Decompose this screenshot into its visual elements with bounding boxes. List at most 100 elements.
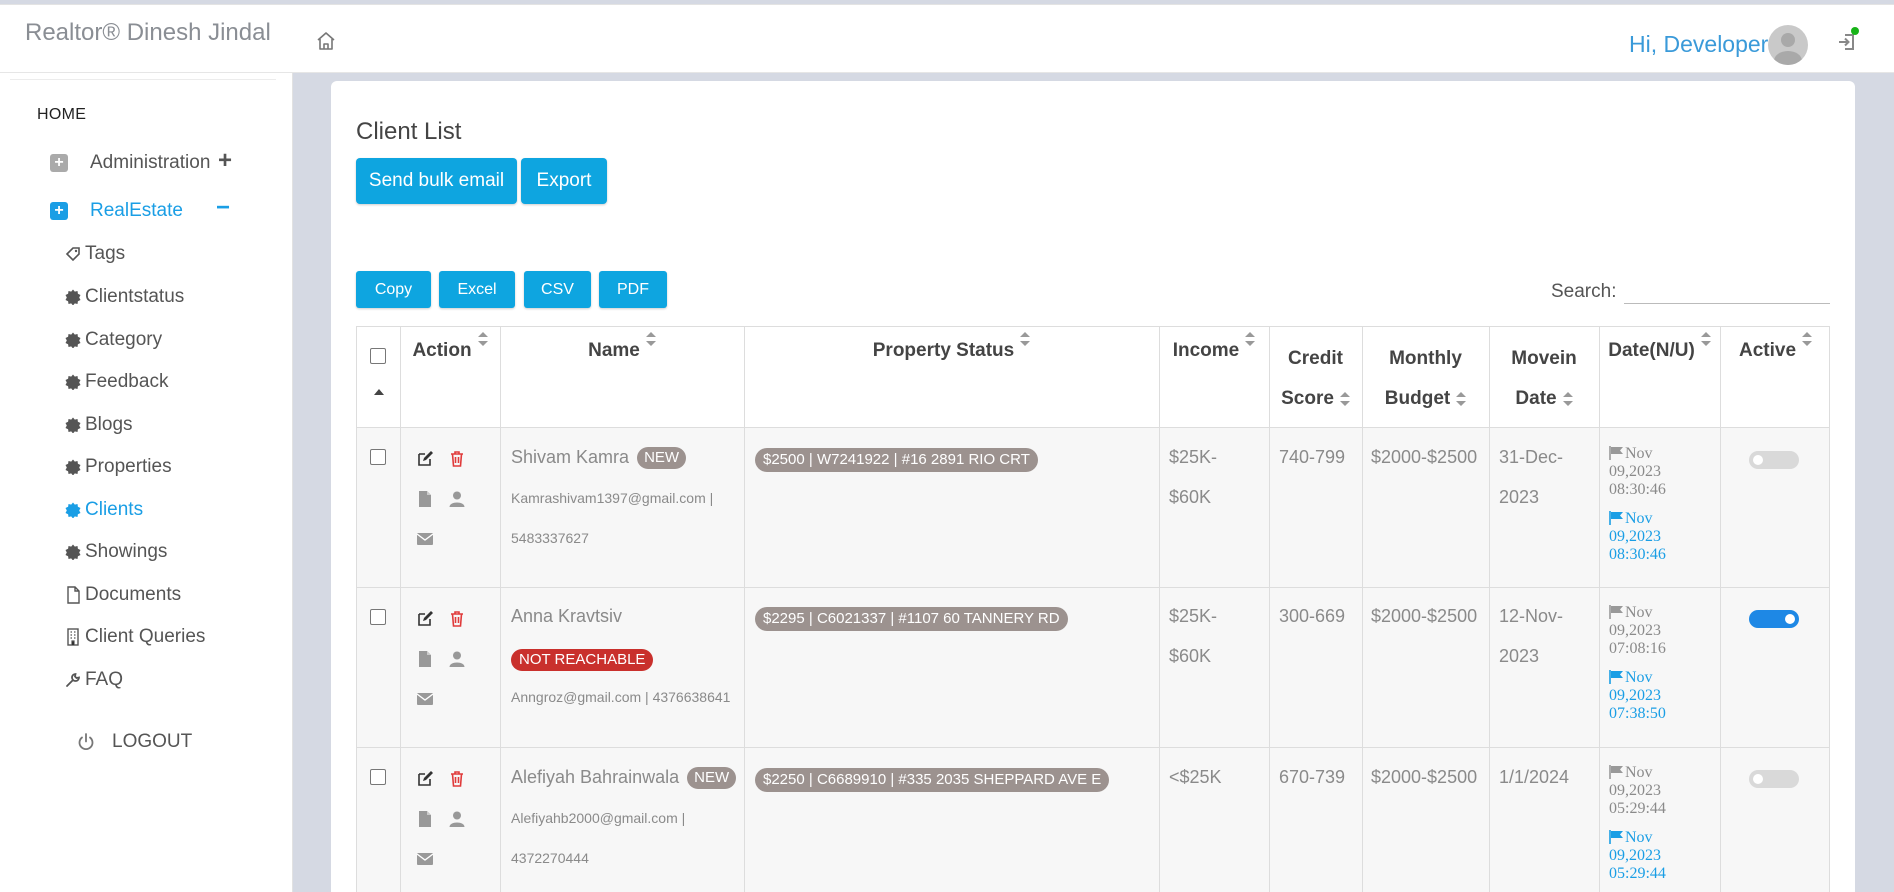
sidebar-item-clientstatus[interactable]: Clientstatus (64, 284, 184, 310)
user-icon[interactable] (448, 650, 466, 668)
client-name[interactable]: Anna Kravtsiv (511, 596, 622, 636)
user-icon[interactable] (448, 810, 466, 828)
sidebar-item-documents[interactable]: Documents (64, 582, 181, 608)
sidebar-item-faq[interactable]: FAQ (64, 667, 123, 693)
sidebar-logout[interactable]: LOGOUT (76, 731, 192, 753)
sidebar-item-label: Blogs (85, 414, 133, 435)
envelope-icon[interactable] (416, 690, 434, 708)
client-email-phone: Anngroz@gmail.com | 4376638641 (511, 689, 731, 705)
sidebar-item-blogs[interactable]: Blogs (64, 412, 133, 438)
delete-icon[interactable] (448, 770, 466, 788)
column-header-action[interactable]: Action (400, 327, 500, 427)
delete-icon[interactable] (448, 610, 466, 628)
updated-date: Nov 09,2023 07:38:50 (1609, 669, 1666, 722)
sidebar-item-label: Client Queries (85, 626, 206, 647)
monthly-budget-cell: $2000-$2500 (1371, 606, 1478, 626)
edit-icon[interactable] (416, 770, 434, 788)
column-header-active[interactable]: Active (1720, 327, 1831, 427)
column-header-credit-score[interactable]: Credit Score (1269, 327, 1362, 427)
header-label: Date(N/U) (1608, 340, 1695, 361)
client-name[interactable]: Alefiyah Bahrainwala (511, 767, 679, 787)
column-header-income[interactable]: Income (1159, 327, 1269, 427)
document-icon[interactable] (416, 650, 434, 668)
search-label: Search: (1551, 281, 1617, 302)
flag-icon (1609, 670, 1623, 684)
row-checkbox[interactable] (370, 449, 386, 465)
sidebar-group-realestate[interactable]: + RealEstate − (50, 196, 230, 225)
sidebar-item-label: Clientstatus (85, 286, 185, 307)
sidebar-item-showings[interactable]: Showings (64, 539, 167, 565)
sidebar-item-tags[interactable]: Tags (64, 241, 125, 267)
sidebar-item-label: Properties (85, 456, 172, 477)
created-date: Nov 09,2023 07:08:16 (1609, 604, 1666, 657)
envelope-icon[interactable] (416, 530, 434, 548)
export-button[interactable]: Export (521, 158, 607, 204)
expand-icon[interactable]: + (218, 149, 232, 173)
column-header-date[interactable]: Date(N/U) (1599, 327, 1720, 427)
column-header-monthly-budget[interactable]: Monthly Budget (1362, 327, 1489, 427)
property-status-badge[interactable]: $2500 | W7241922 | #16 2891 RIO CRT (755, 448, 1038, 472)
avatar[interactable] (1768, 25, 1808, 65)
sidebar-divider (10, 79, 276, 80)
sidebar-item-label: Feedback (85, 371, 169, 392)
search-input[interactable] (1624, 274, 1830, 304)
client-phone: 4372270444 (511, 850, 589, 866)
flag-icon (1609, 446, 1623, 460)
active-toggle[interactable] (1749, 610, 1799, 628)
sort-icon (1020, 331, 1031, 347)
edit-icon[interactable] (416, 450, 434, 468)
sidebar-group-administration[interactable]: + Administration + (50, 149, 232, 177)
movein-date-cell: 2023 (1499, 487, 1540, 507)
sort-icon (1562, 391, 1573, 407)
client-name[interactable]: Shivam Kamra (511, 447, 629, 467)
row-checkbox[interactable] (370, 769, 386, 785)
document-icon[interactable] (416, 810, 434, 828)
excel-button[interactable]: Excel (439, 271, 515, 308)
client-name-cell: Alefiyah Bahrainwala NEW (511, 757, 737, 797)
certificate-icon (64, 331, 82, 349)
sidebar-home[interactable]: HOME (37, 106, 86, 124)
flag-icon (1609, 765, 1623, 779)
edit-icon[interactable] (416, 610, 434, 628)
movein-date-cell: 1/1/2024 (1499, 767, 1570, 787)
income-cell: <$25K (1169, 767, 1222, 787)
document-icon[interactable] (416, 490, 434, 508)
pdf-button[interactable]: PDF (599, 271, 667, 308)
csv-button[interactable]: CSV (524, 271, 591, 308)
column-header-name[interactable]: Name (500, 327, 744, 427)
send-bulk-email-button[interactable]: Send bulk email (356, 158, 517, 204)
credit-score-cell: 670-739 (1279, 767, 1346, 787)
delete-icon[interactable] (448, 450, 466, 468)
sidebar-item-label: Category (85, 329, 163, 350)
certificate-icon (64, 288, 82, 306)
column-header-movein-date[interactable]: Movein Date (1489, 327, 1599, 427)
envelope-icon[interactable] (416, 850, 434, 868)
sidebar-item-feedback[interactable]: Feedback (64, 369, 168, 395)
select-all-checkbox[interactable] (370, 348, 386, 364)
copy-button[interactable]: Copy (356, 271, 431, 308)
column-header-property-status[interactable]: Property Status (744, 327, 1159, 427)
sort-asc-icon[interactable] (374, 389, 384, 395)
header-label: Budget (1384, 388, 1451, 409)
file-icon (64, 586, 82, 604)
client-email-phone: Kamrashivam1397@gmail.com | (511, 490, 714, 506)
credit-score-cell: 300-669 (1279, 606, 1346, 626)
plus-square-icon: + (50, 202, 68, 220)
movein-date-cell: 12-Nov- (1499, 606, 1564, 626)
sidebar-item-category[interactable]: Category (64, 327, 162, 353)
created-date: Nov 09,2023 08:30:46 (1609, 445, 1666, 498)
active-toggle[interactable] (1749, 451, 1799, 469)
sidebar-item-clients[interactable]: Clients (64, 497, 143, 523)
property-status-badge[interactable]: $2250 | C6689910 | #335 2035 SHEPPARD AV… (755, 768, 1110, 792)
user-icon[interactable] (448, 490, 466, 508)
user-greeting[interactable]: Hi, Developer (1629, 31, 1768, 58)
home-icon[interactable] (314, 29, 338, 53)
updated-date: Nov 09,2023 05:29:44 (1609, 829, 1666, 882)
sidebar-item-properties[interactable]: Properties (64, 454, 172, 480)
header-label: Credit (1288, 348, 1343, 369)
row-checkbox[interactable] (370, 609, 386, 625)
property-status-badge[interactable]: $2295 | C6021337 | #1107 60 TANNERY RD (755, 607, 1068, 631)
active-toggle[interactable] (1749, 770, 1799, 788)
collapse-icon[interactable]: − (216, 196, 230, 220)
sidebar-item-client-queries[interactable]: Client Queries (64, 624, 205, 650)
